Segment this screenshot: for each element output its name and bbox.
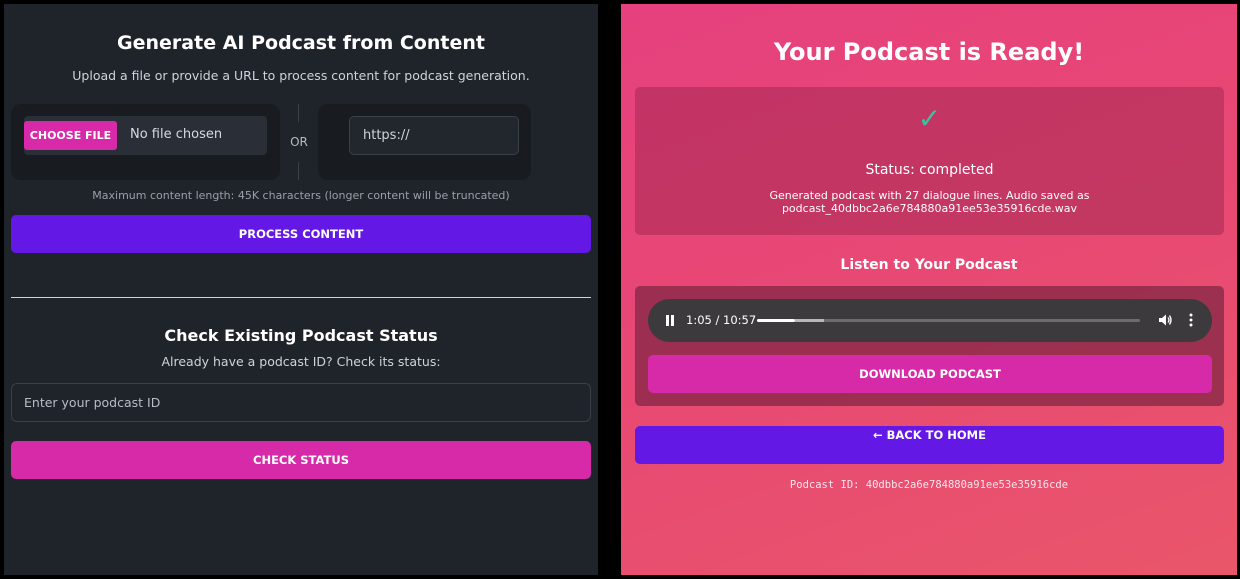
progress-bar[interactable] bbox=[757, 319, 1140, 322]
choose-file-button[interactable]: CHOOSE FILE bbox=[24, 121, 117, 150]
check-status-subtitle: Already have a podcast ID? Check its sta… bbox=[161, 354, 441, 369]
time-display: 1:05 / 10:57 bbox=[686, 313, 757, 327]
file-input[interactable]: CHOOSE FILE No file chosen bbox=[24, 116, 267, 155]
download-podcast-button[interactable]: DOWNLOAD PODCAST bbox=[648, 355, 1212, 393]
max-length-note: Maximum content length: 45K characters (… bbox=[92, 189, 510, 202]
progress-buffered bbox=[794, 319, 824, 322]
status-message: Generated podcast with 27 dialogue lines… bbox=[769, 189, 1090, 215]
url-input[interactable] bbox=[349, 116, 519, 155]
generate-subtitle: Upload a file or provide a URL to proces… bbox=[72, 68, 530, 83]
status-card: ✓ Status: completed Generated podcast wi… bbox=[635, 87, 1224, 235]
result-panel: Your Podcast is Ready! ✓ Status: complet… bbox=[621, 4, 1237, 575]
process-content-button[interactable]: PROCESS CONTENT bbox=[11, 215, 591, 253]
player-card: 1:05 / 10:57 DOWNLOAD PODCAST bbox=[635, 286, 1224, 406]
or-label: OR bbox=[290, 135, 308, 149]
checkmark-icon: ✓ bbox=[917, 102, 942, 135]
pause-icon[interactable] bbox=[665, 315, 675, 326]
generate-title: Generate AI Podcast from Content bbox=[117, 32, 485, 54]
progress-played bbox=[757, 319, 795, 322]
podcast-id-text: Podcast ID: 40dbbc2a6e784880a91ee53e3591… bbox=[789, 479, 1069, 491]
generate-panel: Generate AI Podcast from Content Upload … bbox=[4, 4, 598, 575]
back-to-home-button[interactable]: ← BACK TO HOME bbox=[635, 426, 1224, 464]
file-upload-box: CHOOSE FILE No file chosen bbox=[11, 104, 280, 180]
or-separator: OR bbox=[290, 104, 308, 180]
check-status-title: Check Existing Podcast Status bbox=[164, 326, 438, 345]
separator-line bbox=[298, 162, 299, 180]
check-status-button[interactable]: CHECK STATUS bbox=[11, 441, 591, 479]
separator-line bbox=[298, 104, 299, 122]
url-input-box bbox=[318, 104, 531, 180]
file-status-text: No file chosen bbox=[130, 127, 223, 142]
more-options-icon[interactable] bbox=[1188, 313, 1194, 327]
result-title: Your Podcast is Ready! bbox=[773, 38, 1085, 66]
audio-player[interactable]: 1:05 / 10:57 bbox=[648, 299, 1212, 342]
status-text: Status: completed bbox=[865, 162, 994, 178]
listen-title: Listen to Your Podcast bbox=[840, 257, 1018, 273]
volume-icon[interactable] bbox=[1158, 313, 1172, 327]
podcast-id-input[interactable] bbox=[11, 383, 591, 422]
section-divider bbox=[11, 297, 591, 298]
